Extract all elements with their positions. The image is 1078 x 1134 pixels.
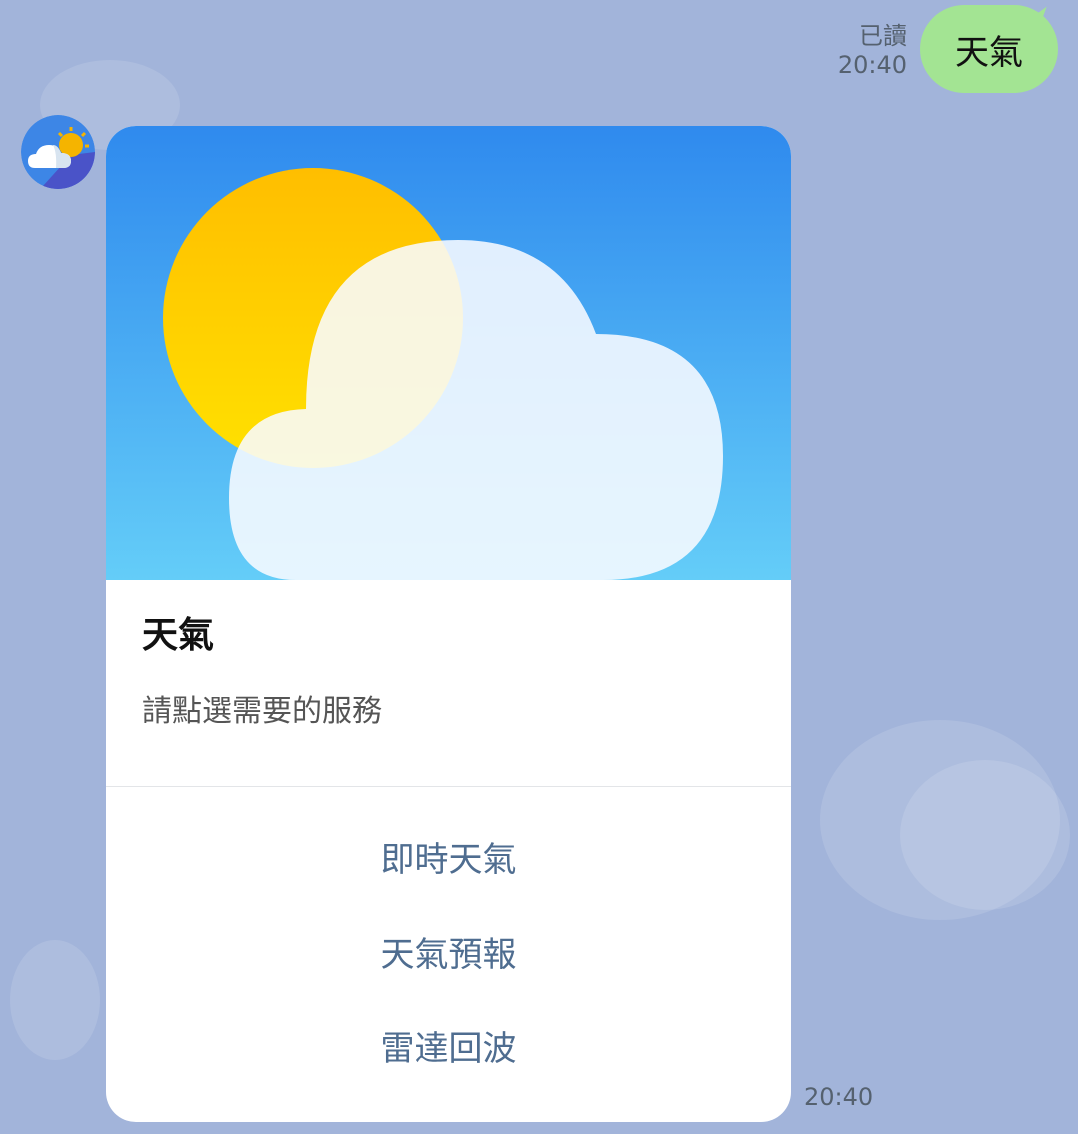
card-title: 天氣 xyxy=(142,615,215,656)
outgoing-message-bubble[interactable]: 天氣 xyxy=(920,5,1058,93)
weather-bot-avatar[interactable] xyxy=(21,115,95,189)
message-meta: 已讀 20:40 xyxy=(838,22,907,80)
radar-echo-button[interactable]: 雷達回波 xyxy=(106,1026,791,1072)
realtime-weather-button[interactable]: 即時天氣 xyxy=(106,837,791,883)
sun-behind-cloud-illustration xyxy=(106,126,791,580)
outgoing-message-text: 天氣 xyxy=(955,32,1023,73)
card-subtitle: 請點選需要的服務 xyxy=(142,694,382,729)
weather-partly-cloudy-icon xyxy=(21,115,95,189)
weather-menu-card: 天氣 請點選需要的服務 即時天氣 天氣預報 雷達回波 xyxy=(106,126,791,1122)
card-divider xyxy=(106,786,791,787)
background-cloud xyxy=(10,940,100,1060)
message-time: 20:40 xyxy=(837,51,907,79)
weather-forecast-button[interactable]: 天氣預報 xyxy=(106,932,791,978)
read-receipt: 已讀 xyxy=(859,22,907,50)
message-time: 20:40 xyxy=(804,1083,874,1111)
background-cloud xyxy=(900,760,1070,910)
